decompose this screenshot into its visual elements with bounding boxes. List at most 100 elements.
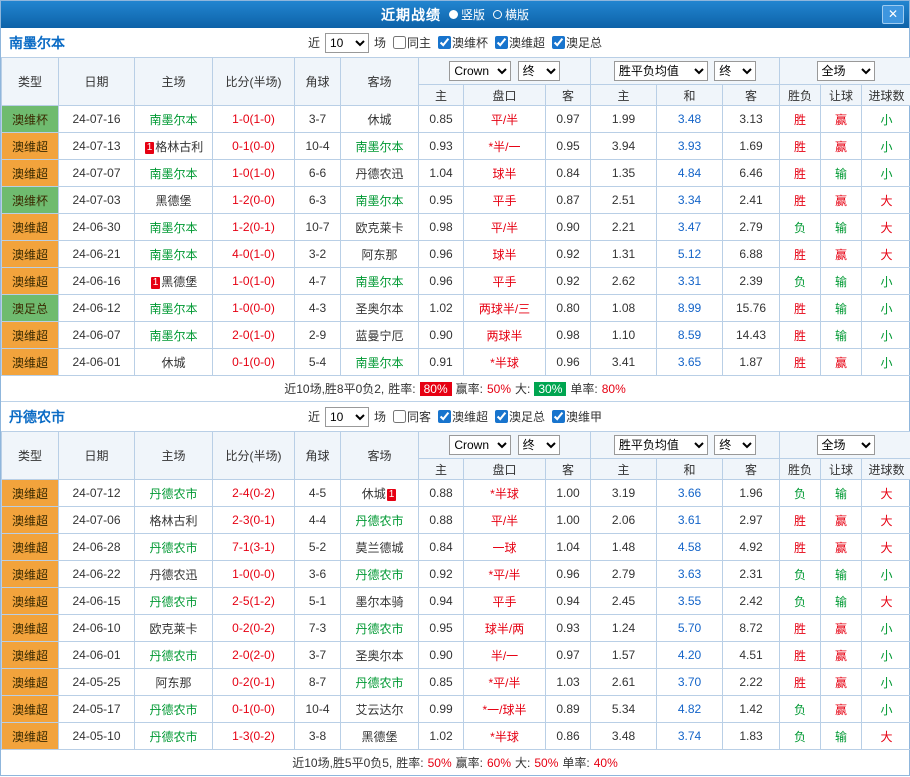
- avg-metric-select[interactable]: 胜平负均值: [614, 61, 708, 81]
- league-checkbox[interactable]: [495, 410, 508, 423]
- odds-controls: Crown 终: [419, 58, 591, 85]
- results-table: 类型 日期 主场 比分(半场) 角球 客场 Crown 终 胜平负均值 终: [1, 57, 910, 376]
- handicap-cell: 平/半: [464, 507, 546, 534]
- avg-away-cell: 15.76: [723, 295, 780, 322]
- league-label: 澳维超: [509, 34, 545, 51]
- home-odds-cell: 0.93: [419, 133, 464, 160]
- league-type-cell: 澳维超: [2, 241, 59, 268]
- league-option[interactable]: 澳维超: [490, 34, 545, 51]
- summary-footer: 近10场,胜8平0负2, 胜率: 80% 赢率: 50% 大: 30% 单率: …: [1, 376, 909, 401]
- team-cell: 丹德农市: [135, 723, 213, 750]
- away-odds-cell: 0.93: [546, 615, 591, 642]
- home-odds-cell: 0.85: [419, 106, 464, 133]
- scope-controls: 全场: [780, 58, 910, 85]
- bookmaker-select[interactable]: Crown: [449, 61, 511, 81]
- same-venue-option[interactable]: 同客: [388, 408, 431, 425]
- odds-stage-select[interactable]: 终: [518, 61, 560, 81]
- over-rate-value: 50%: [534, 756, 558, 770]
- avg-away-cell: 1.83: [723, 723, 780, 750]
- match-count-select[interactable]: 10: [325, 407, 369, 427]
- bookmaker-select[interactable]: Crown: [449, 435, 511, 455]
- team-cell: 南墨尔本: [135, 106, 213, 133]
- corners-cell: 5-1: [295, 588, 341, 615]
- radio-vertical[interactable]: 竖版: [449, 6, 485, 23]
- date-cell: 24-07-16: [59, 106, 135, 133]
- close-button[interactable]: ✕: [882, 5, 904, 24]
- avg-metric-select[interactable]: 胜平负均值: [614, 435, 708, 455]
- avg-stage-select[interactable]: 终: [714, 435, 756, 455]
- score-cell: 1-0(1-0): [213, 160, 295, 187]
- team-cell: 圣奥尔本: [341, 295, 419, 322]
- match-row: 澳维超24-06-30南墨尔本1-2(0-1)10-7欧克莱卡0.98平/半0.…: [2, 214, 910, 241]
- avg-away-cell: 4.51: [723, 642, 780, 669]
- home-odds-cell: 0.95: [419, 187, 464, 214]
- avg-away-cell: 1.87: [723, 349, 780, 376]
- col-header-odds-away: 客: [546, 459, 591, 480]
- avg-away-cell: 2.41: [723, 187, 780, 214]
- odds-stage-select[interactable]: 终: [518, 435, 560, 455]
- home-odds-cell: 0.88: [419, 507, 464, 534]
- team-label: 黑德堡: [361, 730, 397, 744]
- col-header-let: 让球: [821, 85, 862, 106]
- avg-stage-select[interactable]: 终: [714, 61, 756, 81]
- league-checkbox[interactable]: [552, 36, 565, 49]
- team-label: 丹德农市: [355, 568, 403, 582]
- team-label: 南墨尔本: [149, 302, 197, 316]
- odd-rate-label: 单率:: [562, 754, 589, 771]
- away-odds-cell: 0.97: [546, 642, 591, 669]
- league-option[interactable]: 澳维杯: [433, 34, 488, 51]
- scope-select[interactable]: 全场: [817, 435, 875, 455]
- team-label: 阿东那: [155, 676, 191, 690]
- team-cell: 休城: [341, 106, 419, 133]
- match-row: 澳维超24-05-25阿东那0-2(0-1)8-7丹德农市0.85*平/半1.0…: [2, 669, 910, 696]
- same-venue-checkbox[interactable]: [393, 36, 406, 49]
- away-odds-cell: 0.95: [546, 133, 591, 160]
- titlebar: 近期战绩 竖版 横版 ✕: [1, 1, 909, 28]
- goals-cell: 大: [862, 507, 910, 534]
- team-label: 丹德农市: [149, 703, 197, 717]
- league-checkbox[interactable]: [438, 410, 451, 423]
- scope-select[interactable]: 全场: [817, 61, 875, 81]
- col-header-avg-home: 主: [591, 459, 657, 480]
- col-header-goals: 进球数: [862, 459, 910, 480]
- same-venue-option[interactable]: 同主: [388, 34, 431, 51]
- col-header-avg-draw: 和: [657, 459, 723, 480]
- league-option[interactable]: 澳足总: [490, 408, 545, 425]
- league-checkbox[interactable]: [495, 36, 508, 49]
- games-label: 场: [374, 408, 386, 425]
- team-label: 墨尔本骑: [355, 595, 403, 609]
- filter-bar: 丹德农市 近 10 场 同客 澳维超 澳足总: [1, 402, 909, 431]
- radio-horizontal[interactable]: 横版: [493, 6, 529, 23]
- team-label: 丹德农市: [355, 514, 403, 528]
- avg-away-cell: 14.43: [723, 322, 780, 349]
- league-checkbox[interactable]: [552, 410, 565, 423]
- col-header-handicap: 盘口: [464, 85, 546, 106]
- same-venue-checkbox[interactable]: [393, 410, 406, 423]
- date-cell: 24-06-01: [59, 642, 135, 669]
- goals-cell: 小: [862, 696, 910, 723]
- result-cell: 胜: [780, 241, 821, 268]
- score-cell: 1-2(0-1): [213, 214, 295, 241]
- match-count-select[interactable]: 10: [325, 33, 369, 53]
- away-odds-cell: 1.00: [546, 480, 591, 507]
- avg-draw-cell: 4.58: [657, 534, 723, 561]
- avg-draw-cell: 4.20: [657, 642, 723, 669]
- date-cell: 24-05-10: [59, 723, 135, 750]
- team-label: 艾云达尔: [355, 703, 403, 717]
- corners-cell: 10-4: [295, 133, 341, 160]
- team-cell: 南墨尔本: [135, 295, 213, 322]
- team-label: 格林古利: [149, 514, 197, 528]
- league-option[interactable]: 澳足总: [547, 34, 602, 51]
- date-cell: 24-06-12: [59, 295, 135, 322]
- team-label: 休城: [367, 113, 391, 127]
- league-checkbox[interactable]: [438, 36, 451, 49]
- handicap-rate-label: 赢率:: [456, 754, 483, 771]
- score-cell: 0-2(0-2): [213, 615, 295, 642]
- league-label: 澳足总: [509, 408, 545, 425]
- over-rate-label: 大:: [515, 754, 530, 771]
- league-option[interactable]: 澳维超: [433, 408, 488, 425]
- match-row: 澳维超24-06-21南墨尔本4-0(1-0)3-2阿东那0.96球半0.921…: [2, 241, 910, 268]
- result-cell: 负: [780, 268, 821, 295]
- league-type-cell: 澳维超: [2, 214, 59, 241]
- league-option[interactable]: 澳维甲: [547, 408, 602, 425]
